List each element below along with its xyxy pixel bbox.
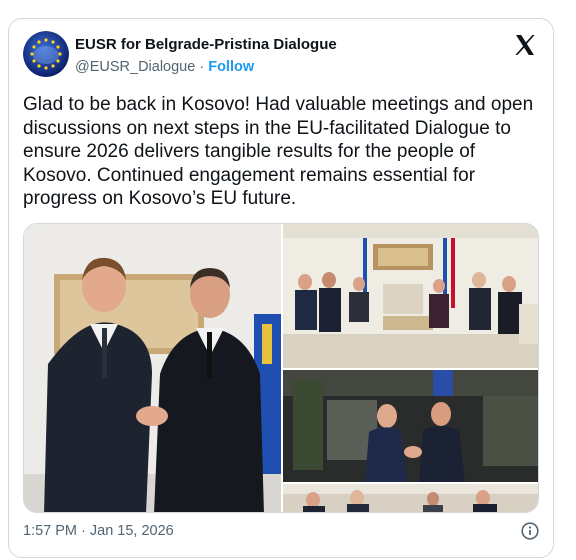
follow-button[interactable]: Follow bbox=[208, 59, 254, 75]
photo-table-discussion[interactable] bbox=[283, 484, 538, 512]
eu-stars-globe-icon bbox=[23, 31, 69, 77]
account-name[interactable]: EUSR for Belgrade-Pristina Dialogue bbox=[75, 36, 337, 53]
photo-meeting-room[interactable] bbox=[283, 224, 538, 368]
account-handle[interactable]: @EUSR_Dialogue bbox=[75, 59, 195, 75]
post-card[interactable]: EUSR for Belgrade-Pristina Dialogue @EUS… bbox=[8, 18, 554, 558]
photo-handshake-portrait[interactable] bbox=[24, 224, 281, 512]
account-avatar[interactable] bbox=[23, 31, 69, 77]
handle-row: @EUSR_Dialogue · Follow bbox=[75, 59, 254, 75]
info-icon[interactable] bbox=[521, 522, 539, 540]
post-text: Glad to be back in Kosovo! Had valuable … bbox=[23, 94, 534, 209]
x-logo-icon[interactable] bbox=[513, 33, 537, 57]
photo-handshake-greeting[interactable] bbox=[283, 370, 538, 482]
media-grid bbox=[23, 223, 539, 513]
post-timestamp[interactable]: 1:57 PM · Jan 15, 2026 bbox=[23, 523, 174, 539]
separator-dot: · bbox=[199, 59, 205, 75]
